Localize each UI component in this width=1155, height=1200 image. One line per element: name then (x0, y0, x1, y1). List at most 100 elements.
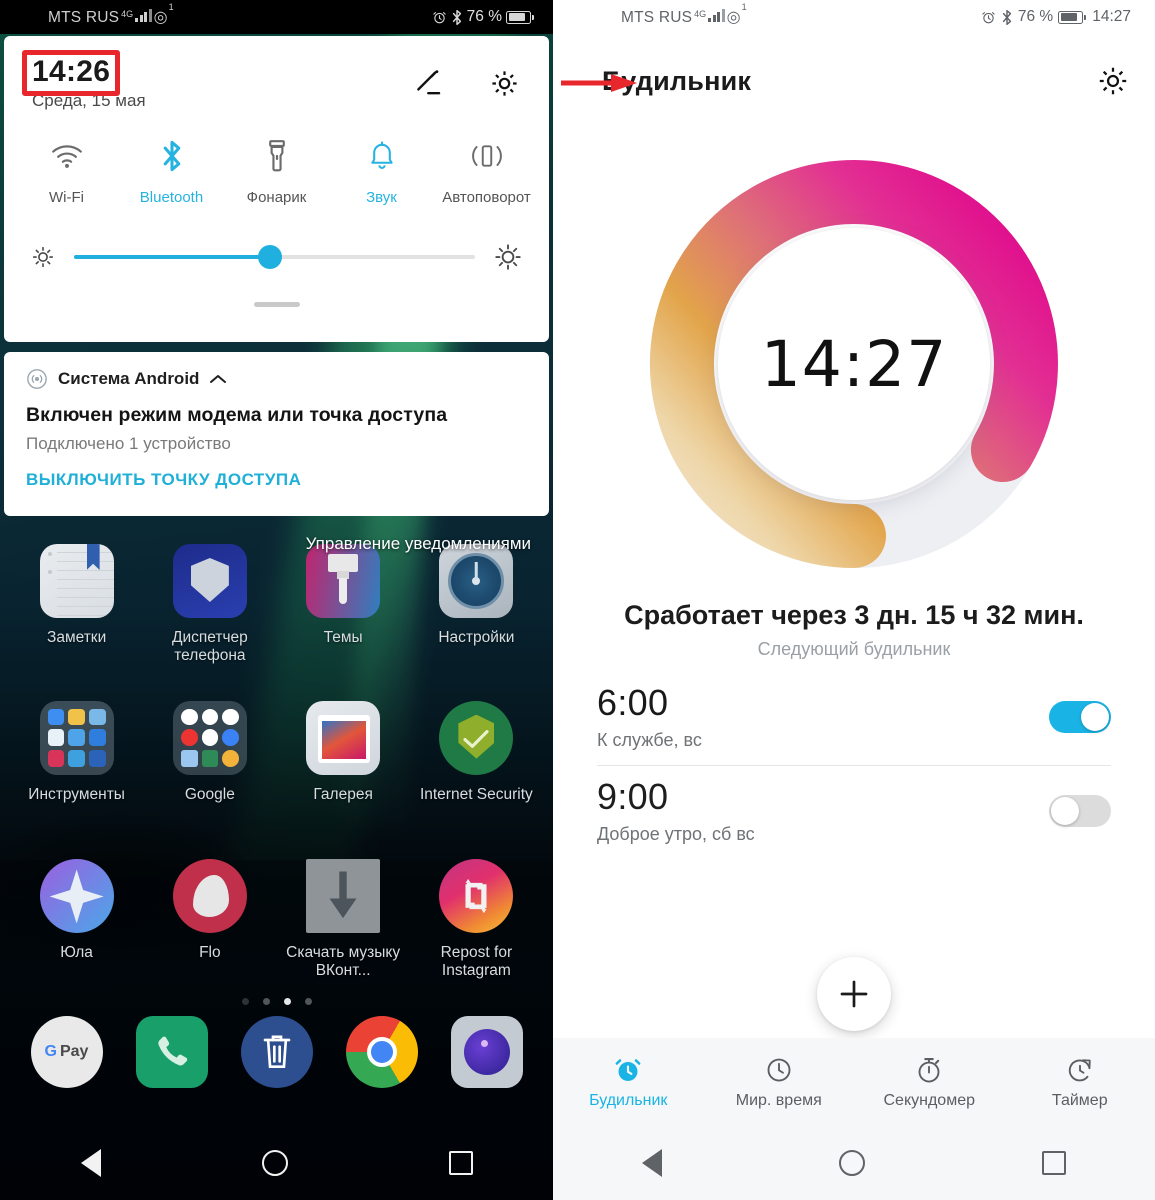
app-themes[interactable]: Темы (281, 544, 405, 665)
dual-screenshot-container: MTS RUS 4G ◎1 76 % 14:26 Среда, 15 мая (0, 0, 1155, 1200)
home-icon[interactable] (261, 1150, 288, 1176)
home-icon[interactable] (838, 1150, 865, 1176)
phone-icon[interactable] (135, 1016, 208, 1088)
app-internet-security[interactable]: Internet Security (414, 700, 538, 804)
home-app-grid: Заметки Диспетчер телефона Темы Настройк… (0, 530, 553, 1006)
left-navigation-bar (0, 1126, 553, 1200)
app-label: Юла (60, 944, 93, 962)
camera-icon[interactable] (450, 1016, 523, 1088)
notification-card[interactable]: Система Android Включен режим модема или… (4, 352, 549, 516)
chrome-icon[interactable] (345, 1016, 418, 1088)
tab-stopwatch[interactable]: Секундомер (854, 1055, 1005, 1110)
quick-toggle-bluetooth[interactable]: Bluetooth (122, 137, 222, 206)
left-phone-screen: MTS RUS 4G ◎1 76 % 14:26 Среда, 15 мая (0, 0, 553, 1200)
alarm-time: 9:00 (597, 775, 669, 817)
chevron-up-icon[interactable] (209, 372, 227, 386)
app-flo[interactable]: Flo (148, 859, 272, 980)
alarm-toggle-switch[interactable] (1049, 795, 1111, 828)
notification-action-button[interactable]: ВЫКЛЮЧИТЬ ТОЧКУ ДОСТУПА (26, 470, 527, 490)
right-phone-screen: MTS RUS 4G ◎ 1 76 % 14:27 Будильник 14:2… (553, 0, 1155, 1200)
app-gallery[interactable]: Галерея (281, 700, 405, 804)
alarm-toggle-switch[interactable] (1049, 701, 1111, 734)
notification-manage-label[interactable]: Управление уведомлениями (306, 534, 531, 554)
tab-timer[interactable]: Таймер (1005, 1055, 1155, 1110)
app-google-folder[interactable]: Google (148, 700, 272, 804)
quick-toggle-sound[interactable]: Звук (332, 137, 432, 206)
panel-drag-handle[interactable] (253, 301, 300, 307)
app-repost-instagram[interactable]: Repost for Instagram (414, 859, 538, 980)
app-bar: Будильник (553, 56, 1155, 106)
current-time: 14:27 (760, 327, 948, 401)
app-label: Заметки (46, 629, 107, 646)
alarm-clock-icon (432, 11, 446, 23)
alarm-icon (615, 1058, 641, 1081)
quick-toggle-wifi[interactable]: Wi-Fi (17, 137, 117, 206)
repost-instagram-icon (439, 859, 514, 934)
next-alarm-summary: Сработает через 3 дн. 15 ч 32 мин. Следу… (553, 600, 1155, 660)
app-phone-manager[interactable]: Диспетчер телефона (148, 544, 272, 665)
alarm-row[interactable]: 6:00 К службе, вс (597, 672, 1111, 765)
app-yula[interactable]: Юла (15, 859, 139, 980)
brightness-slider-knob[interactable] (258, 244, 283, 269)
tab-world-clock[interactable]: Мир. время (704, 1055, 855, 1110)
back-icon[interactable] (80, 1149, 101, 1177)
status-bar-right-group: 76 % (432, 8, 534, 26)
network-type-label: 4G (694, 9, 707, 19)
page-dot-active[interactable] (283, 998, 291, 1006)
app-label: Скачать музыку ВКонт... (286, 944, 401, 980)
brightness-slider[interactable] (74, 244, 475, 269)
brightness-slider-fill (74, 254, 271, 259)
quick-settings-date: Среда, 15 мая (32, 90, 146, 110)
carrier-label: MTS RUS (48, 9, 120, 26)
notification-app-row: Система Android (26, 368, 527, 390)
app-label: Internet Security (419, 785, 533, 803)
app-label: Темы (323, 629, 363, 646)
recents-icon[interactable] (448, 1151, 473, 1175)
app-label: Галерея (313, 785, 373, 803)
quick-toggle-flashlight[interactable]: Фонарик (227, 137, 327, 206)
toggle-knob (1081, 703, 1109, 732)
flashlight-icon (267, 137, 287, 175)
quick-settings-clock-block: 14:26 Среда, 15 мая (22, 50, 146, 111)
google-pay-icon[interactable]: G Pay (30, 1016, 103, 1088)
hotspot-icon (27, 369, 47, 389)
alarm-progress-ring: 14:27 (648, 158, 1060, 570)
gear-icon[interactable] (488, 67, 521, 100)
add-alarm-button[interactable] (817, 957, 891, 1031)
alarm-clock-icon (982, 11, 995, 23)
page-dot[interactable] (304, 998, 312, 1006)
network-type-label: 4G (121, 9, 134, 19)
page-dot[interactable] (241, 998, 249, 1006)
page-dot[interactable] (262, 998, 270, 1006)
bluetooth-icon (1002, 9, 1011, 25)
status-bar-left-group: MTS RUS 4G ◎ 1 (48, 2, 174, 27)
next-alarm-caption: Следующий будильник (757, 639, 951, 659)
alarm-row[interactable]: 9:00 Доброе утро, сб вс (597, 764, 1111, 859)
stopwatch-icon (918, 1057, 940, 1082)
recents-icon[interactable] (1042, 1151, 1067, 1175)
back-icon[interactable] (641, 1149, 662, 1177)
clock-widget: 14:27 (553, 158, 1155, 570)
trash-icon[interactable] (240, 1016, 313, 1088)
internet-security-icon (439, 700, 514, 775)
world-clock-icon (767, 1058, 791, 1081)
quick-toggle-label: Bluetooth (139, 188, 204, 206)
edit-pencil-icon[interactable] (412, 66, 446, 100)
app-download-music[interactable]: Скачать музыку ВКонт... (281, 859, 405, 980)
quick-toggle-autorotate[interactable]: Автоповорот (437, 137, 537, 206)
auto-rotate-icon (470, 137, 504, 175)
right-status-bar: MTS RUS 4G ◎ 1 76 % 14:27 (553, 0, 1155, 34)
alarm-time: 6:00 (597, 682, 669, 723)
brightness-low-icon (32, 246, 54, 267)
quick-settings-header: 14:26 Среда, 15 мая (4, 36, 549, 111)
app-settings[interactable]: Настройки (414, 544, 538, 665)
tab-alarm[interactable]: Будильник (553, 1055, 704, 1110)
gear-icon[interactable] (1095, 63, 1131, 99)
app-notes[interactable]: Заметки (15, 544, 139, 665)
signal-bars-icon (135, 9, 152, 22)
notification-title: Включен режим модема или точка доступа (26, 404, 448, 426)
themes-icon (306, 544, 381, 618)
alarm-list: 6:00 К службе, вс 9:00 Доброе утро, сб в… (553, 672, 1155, 859)
battery-icon (506, 10, 534, 24)
app-tools-folder[interactable]: Инструменты (15, 700, 139, 804)
